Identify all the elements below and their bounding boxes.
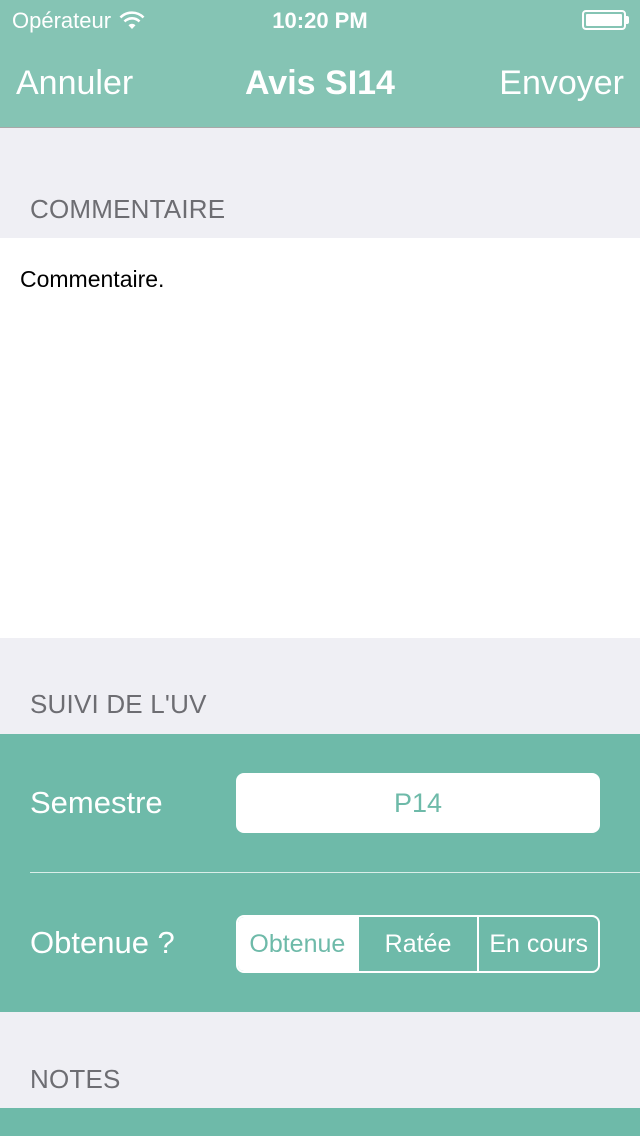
segment-obtenue[interactable]: Obtenue xyxy=(238,917,357,971)
status-bar: Opérateur 10:20 PM xyxy=(0,0,640,40)
send-button[interactable]: Envoyer xyxy=(499,64,624,103)
status-time: 10:20 PM xyxy=(272,8,368,33)
followup-panel: Semestre P14 Obtenue ? Obtenue Ratée En … xyxy=(0,734,640,1012)
obtained-label: Obtenue ? xyxy=(30,925,175,960)
obtained-segmented-control[interactable]: Obtenue Ratée En cours xyxy=(236,915,600,973)
followup-section-header: SUIVI DE L'UV xyxy=(30,689,207,719)
comment-text: Commentaire. xyxy=(20,266,165,292)
notes-section-header: NOTES xyxy=(30,1064,121,1094)
segment-en-cours[interactable]: En cours xyxy=(477,917,598,971)
cancel-button[interactable]: Annuler xyxy=(16,64,133,103)
semester-label: Semestre xyxy=(30,785,163,820)
notes-panel xyxy=(0,1108,640,1136)
comment-textarea[interactable]: Commentaire. xyxy=(0,238,640,638)
segment-ratee[interactable]: Ratée xyxy=(356,917,478,971)
semester-field[interactable]: P14 xyxy=(236,773,600,833)
row-divider xyxy=(30,872,640,873)
navigation-bar: Opérateur 10:20 PM Annuler Avis SI14 Env… xyxy=(0,0,640,128)
semester-value: P14 xyxy=(393,787,443,818)
battery-icon xyxy=(582,10,630,30)
comment-section-header: COMMENTAIRE xyxy=(30,194,226,224)
